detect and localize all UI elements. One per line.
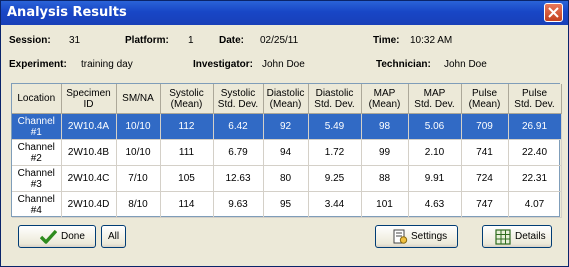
done-button[interactable]: Done bbox=[18, 225, 96, 248]
header-diastolic-mean[interactable]: Diastolic (Mean) bbox=[263, 84, 309, 114]
settings-button[interactable]: Settings bbox=[375, 225, 458, 248]
table-cell: 4.07 bbox=[508, 191, 562, 218]
table-cell: 2.10 bbox=[408, 139, 462, 166]
table-cell: 98 bbox=[361, 113, 409, 140]
table-cell: 101 bbox=[361, 191, 409, 218]
table-cell: 6.79 bbox=[213, 139, 264, 166]
table-cell: 3.44 bbox=[308, 191, 362, 218]
details-grid-icon bbox=[495, 229, 511, 245]
table-row[interactable]: Channel #3 2W10.4C 7/10 105 12.63 80 9.25… bbox=[12, 165, 562, 192]
table-cell: 112 bbox=[160, 113, 214, 140]
table-cell: 99 bbox=[361, 139, 409, 166]
checkmark-icon bbox=[40, 229, 57, 244]
done-label: Done bbox=[61, 231, 85, 242]
session-value: 31 bbox=[69, 35, 81, 46]
table-cell: 22.31 bbox=[508, 165, 562, 192]
session-label: Session: bbox=[9, 35, 51, 46]
all-label: All bbox=[108, 231, 120, 242]
time-label: Time: bbox=[373, 35, 400, 46]
table-cell: 10/10 bbox=[116, 139, 161, 166]
header-location[interactable]: Location bbox=[12, 84, 62, 114]
header-pulse-std-dev[interactable]: Pulse Std. Dev. bbox=[508, 84, 562, 114]
settings-icon bbox=[393, 229, 408, 244]
header-pulse-mean[interactable]: Pulse (Mean) bbox=[461, 84, 509, 114]
table-cell: 1.72 bbox=[308, 139, 362, 166]
table-cell: 114 bbox=[160, 191, 214, 218]
table-cell: 7/10 bbox=[116, 165, 161, 192]
table-cell: 26.91 bbox=[508, 113, 562, 140]
table-cell: 5.49 bbox=[308, 113, 362, 140]
table-header-row: Location Specimen ID SM/NA Systolic (Mean)… bbox=[12, 84, 562, 114]
table-cell: 105 bbox=[160, 165, 214, 192]
location-cell: Channel #2 bbox=[12, 139, 62, 166]
table-cell: 8/10 bbox=[116, 191, 161, 218]
platform-label: Platform: bbox=[125, 35, 169, 46]
time-value: 10:32 AM bbox=[410, 35, 453, 46]
investigator-value: John Doe bbox=[262, 59, 305, 70]
platform-value: 1 bbox=[188, 35, 194, 46]
table-cell: 2W10.4B bbox=[61, 139, 117, 166]
close-icon bbox=[548, 7, 559, 18]
table-cell: 2W10.4C bbox=[61, 165, 117, 192]
title-bar[interactable]: Analysis Results bbox=[1, 1, 568, 25]
table-cell: 12.63 bbox=[213, 165, 264, 192]
details-label: Details bbox=[515, 231, 546, 242]
location-cell: Channel #3 bbox=[12, 165, 62, 192]
table-cell: 95 bbox=[263, 191, 309, 218]
header-specimen-id[interactable]: Specimen ID bbox=[61, 84, 117, 114]
window-title: Analysis Results bbox=[7, 5, 127, 20]
table-cell: 6.42 bbox=[213, 113, 264, 140]
details-button[interactable]: Details bbox=[482, 225, 552, 248]
header-map-std-dev[interactable]: MAP Std. Dev. bbox=[408, 84, 462, 114]
technician-label: Technician: bbox=[376, 59, 431, 70]
table-row[interactable]: Channel #4 2W10.4D 8/10 114 9.63 95 3.44 … bbox=[12, 191, 562, 218]
date-label: Date: bbox=[219, 35, 245, 46]
settings-label: Settings bbox=[411, 231, 448, 242]
table-cell: 2W10.4A bbox=[61, 113, 117, 140]
experiment-label: Experiment: bbox=[9, 59, 67, 70]
table-cell: 741 bbox=[461, 139, 509, 166]
table-cell: 92 bbox=[263, 113, 309, 140]
table-cell: 22.40 bbox=[508, 139, 562, 166]
table-row[interactable]: Channel #2 2W10.4B 10/10 111 6.79 94 1.72… bbox=[12, 139, 562, 166]
technician-value: John Doe bbox=[444, 59, 487, 70]
table-cell: 10/10 bbox=[116, 113, 161, 140]
table-cell: 5.06 bbox=[408, 113, 462, 140]
results-table[interactable]: Location Specimen ID SM/NA Systolic (Mean)… bbox=[11, 83, 562, 218]
table-cell: 709 bbox=[461, 113, 509, 140]
table-row[interactable]: Channel #1 2W10.4A 10/10 112 6.42 92 5.49… bbox=[12, 113, 562, 140]
table-cell: 747 bbox=[461, 191, 509, 218]
table-cell: 94 bbox=[263, 139, 309, 166]
all-button[interactable]: All bbox=[101, 225, 126, 248]
table-cell: 2W10.4D bbox=[61, 191, 117, 218]
table-cell: 9.63 bbox=[213, 191, 264, 218]
analysis-results-window: Analysis Results Session: 31 Platform: 1… bbox=[0, 0, 569, 267]
header-systolic-std-dev[interactable]: Systolic Std. Dev. bbox=[213, 84, 264, 114]
header-sm-na[interactable]: SM/NA bbox=[116, 84, 161, 114]
table-cell: 9.91 bbox=[408, 165, 462, 192]
table-cell: 88 bbox=[361, 165, 409, 192]
table-cell: 724 bbox=[461, 165, 509, 192]
location-cell: Channel #1 bbox=[12, 113, 62, 140]
investigator-label: Investigator: bbox=[193, 59, 254, 70]
header-map-mean[interactable]: MAP (Mean) bbox=[361, 84, 409, 114]
table-cell: 9.25 bbox=[308, 165, 362, 192]
table-cell: 80 bbox=[263, 165, 309, 192]
close-button[interactable] bbox=[544, 3, 563, 22]
experiment-value: training day bbox=[81, 59, 133, 70]
header-diastolic-std-dev[interactable]: Diastolic Std. Dev. bbox=[308, 84, 362, 114]
table-cell: 4.63 bbox=[408, 191, 462, 218]
header-systolic-mean[interactable]: Systolic (Mean) bbox=[160, 84, 214, 114]
location-cell: Channel #4 bbox=[12, 191, 62, 218]
table-cell: 111 bbox=[160, 139, 214, 166]
date-value: 02/25/11 bbox=[260, 35, 299, 46]
